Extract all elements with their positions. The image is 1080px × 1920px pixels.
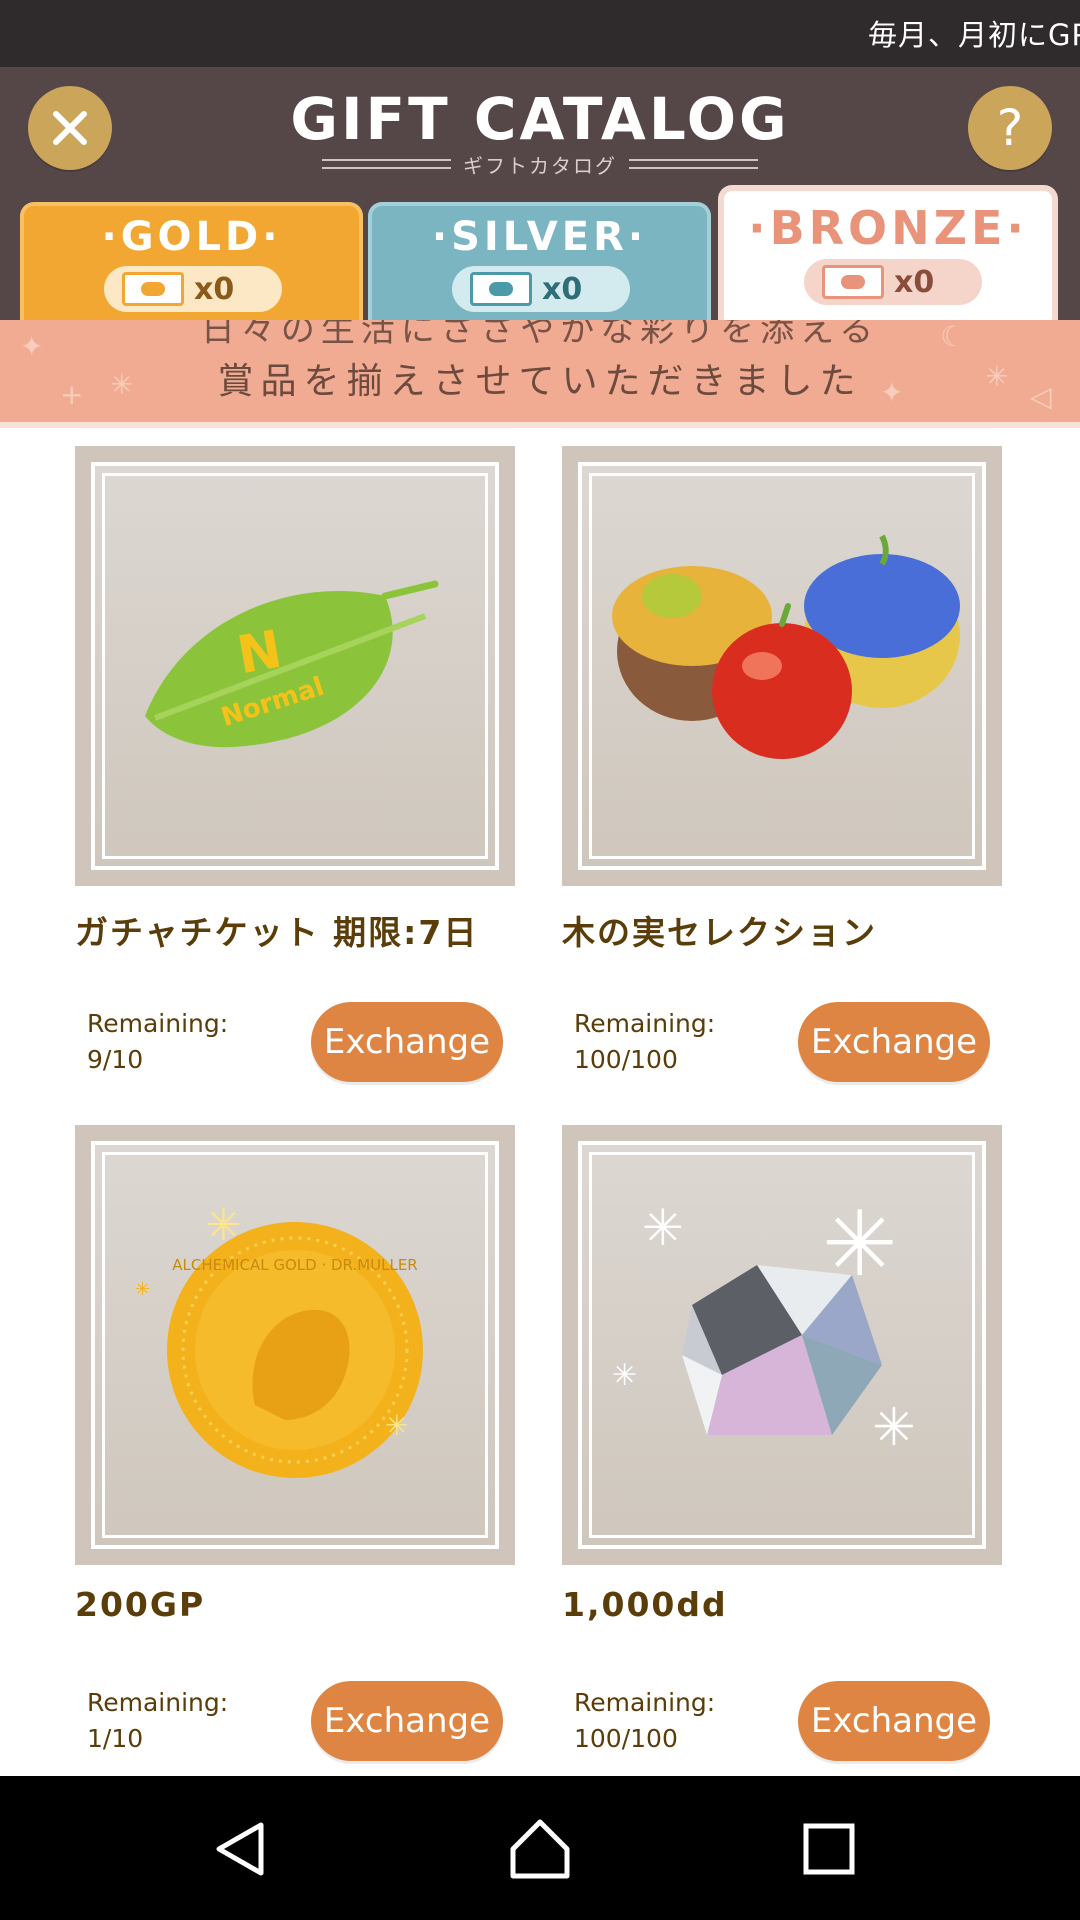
subtitle-rule-left bbox=[322, 159, 451, 169]
tab-silver[interactable]: ·SILVER· x0 bbox=[368, 202, 711, 320]
remaining-label: Remaining: bbox=[574, 1009, 716, 1038]
header: GIFT CATALOG ギフトカタログ ? ·GOLD· x0 ·SILVER… bbox=[0, 67, 1080, 320]
remaining-value: 9/10 bbox=[87, 1045, 144, 1074]
system-navigation-bar bbox=[0, 1776, 1080, 1920]
svg-text:✳: ✳ bbox=[385, 1409, 408, 1442]
description-banner: ✦ ✳ + ☾ ✳ ◁ ✦ 日々の生活にささやかな彩りを添える 賞品を揃えさせて… bbox=[0, 320, 1080, 428]
remaining-info: Remaining: 100/100 bbox=[574, 1006, 715, 1078]
diamond-icon: ✳ ✳ ✳ ✳ bbox=[612, 1192, 916, 1458]
item-name: 200GP bbox=[75, 1585, 206, 1624]
item-name: 木の実セレクション bbox=[562, 913, 877, 952]
remaining-label: Remaining: bbox=[87, 1688, 229, 1717]
item-image-frame: N Normal bbox=[75, 446, 515, 886]
fruits-icon bbox=[612, 534, 960, 759]
exchange-button[interactable]: Exchange bbox=[311, 1681, 503, 1761]
item-name: ガチャチケット 期限:7日 bbox=[75, 913, 479, 952]
gold-ticket-count: x0 bbox=[194, 271, 235, 307]
help-icon: ? bbox=[996, 99, 1024, 157]
back-button[interactable] bbox=[196, 1804, 286, 1894]
bronze-ticket-count: x0 bbox=[894, 264, 935, 300]
exchange-button[interactable]: Exchange bbox=[798, 1681, 990, 1761]
svg-text:✳: ✳ bbox=[612, 1358, 637, 1393]
ticket-icon bbox=[470, 272, 532, 306]
subtitle-rule-right bbox=[629, 159, 758, 169]
banner-text-line-2: 賞品を揃えさせていただきました bbox=[217, 361, 863, 402]
item-name: 1,000dd bbox=[562, 1585, 728, 1624]
item-image-frame: ALCHEMICAL GOLD · DR.MULLER ✳ ✳ ✳ bbox=[75, 1125, 515, 1565]
ticket-icon bbox=[822, 265, 884, 299]
page-subtitle: ギフトカタログ bbox=[463, 153, 617, 178]
svg-text:✳: ✳ bbox=[642, 1199, 684, 1257]
remaining-value: 1/10 bbox=[87, 1724, 144, 1753]
tab-gold-label: ·GOLD· bbox=[101, 214, 282, 260]
banner-text-line-1: 日々の生活にささやかな彩りを添える bbox=[200, 320, 880, 350]
exchange-button[interactable]: Exchange bbox=[311, 1002, 503, 1082]
silver-ticket-count: x0 bbox=[542, 271, 583, 307]
remaining-value: 100/100 bbox=[574, 1724, 678, 1753]
remaining-value: 100/100 bbox=[574, 1045, 678, 1074]
tab-silver-label: ·SILVER· bbox=[431, 214, 648, 260]
home-button[interactable] bbox=[495, 1804, 585, 1894]
tab-bronze-label: ·BRONZE· bbox=[748, 201, 1028, 255]
ticket-icon bbox=[122, 272, 184, 306]
help-button[interactable]: ? bbox=[968, 86, 1052, 170]
remaining-info: Remaining: 1/10 bbox=[87, 1685, 228, 1757]
svg-text:ALCHEMICAL GOLD · DR.MULLER: ALCHEMICAL GOLD · DR.MULLER bbox=[172, 1256, 417, 1274]
recents-icon bbox=[803, 1823, 855, 1875]
remaining-label: Remaining: bbox=[87, 1009, 229, 1038]
tab-silver-ticket-count: x0 bbox=[452, 266, 630, 312]
leaf-ticket-icon: N Normal bbox=[145, 580, 439, 748]
tab-bronze-ticket-count: x0 bbox=[804, 259, 982, 305]
item-image-frame bbox=[562, 446, 1002, 886]
svg-text:✳: ✳ bbox=[822, 1192, 897, 1297]
svg-text:✳: ✳ bbox=[205, 1200, 242, 1251]
tab-bronze[interactable]: ·BRONZE· x0 bbox=[718, 185, 1058, 320]
tab-gold-ticket-count: x0 bbox=[104, 266, 282, 312]
exchange-button[interactable]: Exchange bbox=[798, 1002, 990, 1082]
close-icon bbox=[53, 111, 87, 145]
item-image-frame: ✳ ✳ ✳ ✳ bbox=[562, 1125, 1002, 1565]
ticker-text: 毎月、月初にGPと bbox=[868, 18, 1080, 52]
close-button[interactable] bbox=[28, 86, 112, 170]
news-ticker: 毎月、月初にGPと bbox=[0, 0, 1080, 67]
svg-text:✳: ✳ bbox=[135, 1279, 150, 1300]
recents-button[interactable] bbox=[784, 1804, 874, 1894]
remaining-label: Remaining: bbox=[574, 1688, 716, 1717]
gold-coin-icon: ALCHEMICAL GOLD · DR.MULLER ✳ ✳ ✳ bbox=[135, 1200, 423, 1478]
page-title: GIFT CATALOG bbox=[290, 85, 790, 153]
back-icon bbox=[216, 1822, 264, 1876]
remaining-info: Remaining: 100/100 bbox=[574, 1685, 715, 1757]
remaining-info: Remaining: 9/10 bbox=[87, 1006, 228, 1078]
home-icon bbox=[510, 1819, 570, 1879]
tab-gold[interactable]: ·GOLD· x0 bbox=[20, 202, 363, 320]
svg-text:✳: ✳ bbox=[872, 1398, 916, 1458]
page-subtitle-row: ギフトカタログ bbox=[322, 149, 758, 179]
